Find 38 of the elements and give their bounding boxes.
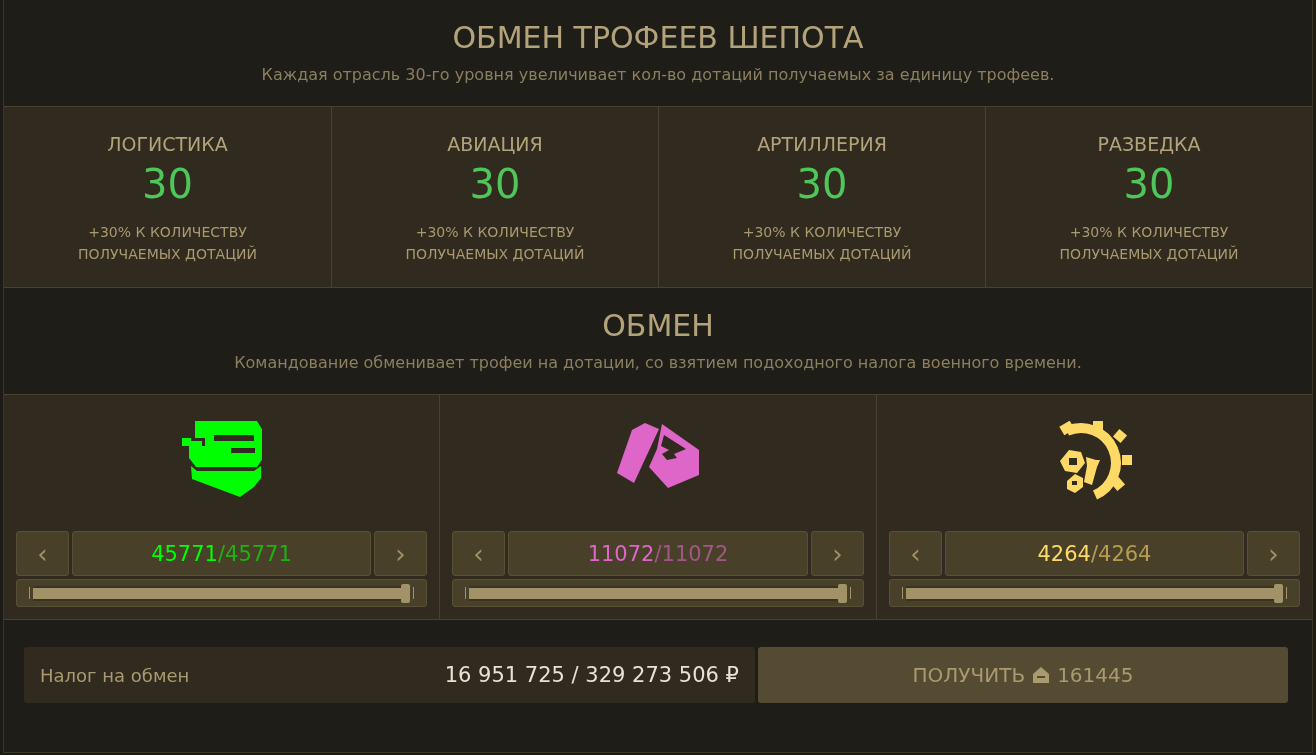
- receive-button[interactable]: ПОЛУЧИТЬ 161445: [758, 647, 1288, 703]
- increase-button[interactable]: ›: [374, 531, 427, 576]
- page-subtitle: Каждая отрасль 30-го уровня увеличивает кол-во дотаций получаемых за единицу трофеев.: [261, 65, 1055, 84]
- section-title: ОБМЕН: [602, 308, 714, 343]
- trophy-amount: 45771/45771: [72, 531, 371, 576]
- amount-slider[interactable]: [452, 579, 864, 607]
- page-title: ОБМЕН ТРОФЕЕВ ШЕПОТА: [452, 20, 864, 55]
- tax-label: Налог на обмен: [40, 664, 190, 686]
- trophy-amount: 4264/4264: [945, 531, 1244, 576]
- slider-thumb[interactable]: [1274, 584, 1283, 603]
- branch-bonus: +30% К КОЛИЧЕСТВУ ПОЛУЧАЕМЫХ ДОТАЦИЙ: [77, 223, 258, 264]
- branch-level: 30: [469, 161, 521, 207]
- trophy-amount: 11072/11072: [508, 531, 808, 576]
- slider-thumb[interactable]: [838, 584, 847, 603]
- gear-icon: [1057, 421, 1132, 501]
- branch-name: АВИАЦИЯ: [447, 133, 543, 155]
- package-icon: [1031, 666, 1052, 684]
- branch-bonus: +30% К КОЛИЧЕСТВУ ПОЛУЧАЕМЫХ ДОТАЦИЙ: [1058, 223, 1240, 264]
- decrease-button[interactable]: ‹: [16, 531, 69, 576]
- slider-thumb[interactable]: [401, 584, 410, 603]
- decrease-button[interactable]: ‹: [452, 531, 505, 576]
- branch-level: 30: [1123, 161, 1175, 207]
- amount-slider[interactable]: [889, 579, 1300, 607]
- section-subtitle: Командование обменивает трофеи на дотации, со взятием подоходного налога военного времени.: [234, 353, 1082, 372]
- branch-name: РАЗВЕДКА: [1097, 133, 1201, 155]
- decrease-button[interactable]: ‹: [889, 531, 942, 576]
- increase-button[interactable]: ›: [811, 531, 864, 576]
- boxes-icon: [617, 421, 699, 489]
- tank-icon: [181, 421, 262, 497]
- branch-name: АРТИЛЛЕРИЯ: [757, 133, 887, 155]
- branch-bonus: +30% К КОЛИЧЕСТВУ ПОЛУЧАЕМЫХ ДОТАЦИЙ: [731, 223, 913, 264]
- increase-button[interactable]: ›: [1247, 531, 1300, 576]
- tax-value: 16 951 725 / 329 273 506 ₽: [444, 663, 739, 687]
- branch-level: 30: [142, 161, 193, 207]
- amount-slider[interactable]: [16, 579, 427, 607]
- branch-bonus: +30% К КОЛИЧЕСТВУ ПОЛУЧАЕМЫХ ДОТАЦИЙ: [404, 223, 586, 264]
- branch-level: 30: [796, 161, 848, 207]
- branch-name: ЛОГИСТИКА: [107, 133, 228, 155]
